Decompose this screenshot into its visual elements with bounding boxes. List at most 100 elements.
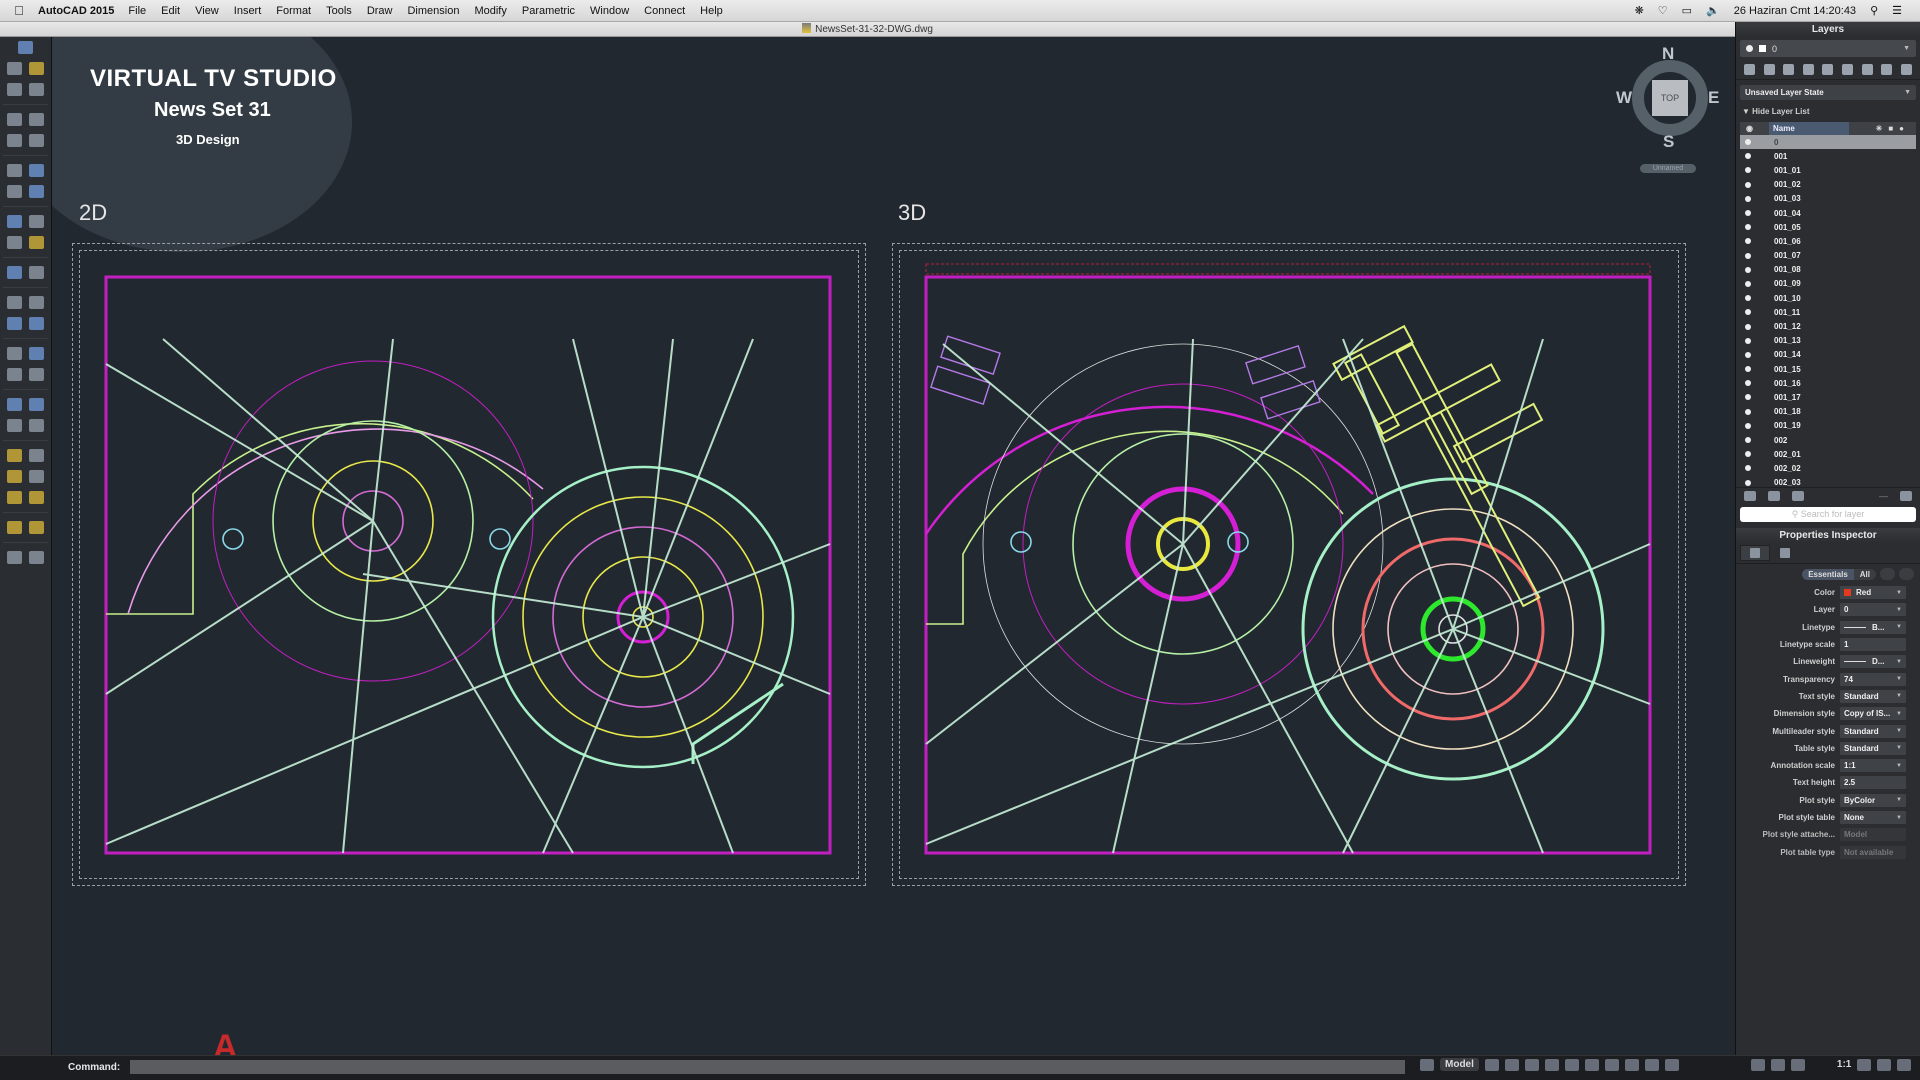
auto-scale-icon[interactable] [1877, 1058, 1892, 1071]
layer-lock-icon[interactable] [1881, 64, 1893, 75]
pick-object-button-icon[interactable] [1899, 568, 1914, 580]
object-snap-icon[interactable] [1584, 1058, 1599, 1071]
notification-center-icon[interactable]: ☰ [1892, 4, 1902, 17]
clock[interactable]: 26 Haziran Cmt 14:20:43 [1734, 5, 1856, 17]
layer-row[interactable]: 001_15 [1736, 362, 1920, 376]
layer-row[interactable]: 001_03 [1736, 192, 1920, 206]
trim-tool-icon[interactable] [7, 398, 23, 411]
layer-visibility-icon[interactable] [1745, 295, 1751, 302]
layer-visibility-icon[interactable] [1745, 210, 1751, 217]
layer-list[interactable]: 0 001 001_01 001_02 001_03 001_04 001_05 001_06… [1736, 135, 1920, 487]
menu-edit[interactable]: Edit [161, 5, 180, 17]
property-value-field[interactable]: 2.5 [1840, 776, 1906, 790]
property-value-field[interactable]: 1:1 ▼ [1840, 759, 1906, 773]
measure-tool-icon[interactable] [7, 551, 23, 564]
continue-dimension-icon[interactable] [28, 491, 44, 504]
selection-cycling-icon[interactable] [1664, 1058, 1679, 1071]
layer-visibility-icon[interactable] [1745, 309, 1751, 316]
layout-grid-icon[interactable] [1420, 1058, 1434, 1071]
layer-row[interactable]: 001_11 [1736, 305, 1920, 319]
new-layer-button-icon[interactable] [1744, 491, 1756, 501]
scale-tool-icon[interactable] [7, 317, 23, 330]
property-value-field[interactable]: Standard ▼ [1840, 741, 1906, 755]
property-value-field[interactable]: B... ▼ [1840, 620, 1906, 634]
property-value-field[interactable]: Red ▼ [1840, 586, 1906, 600]
layer-row[interactable]: 001_13 [1736, 334, 1920, 348]
apple-menu-icon[interactable]:  [0, 3, 38, 18]
freeze-lock-plot-column-icons[interactable]: ✳■● [1876, 124, 1910, 133]
full-screen-icon[interactable] [1897, 1058, 1912, 1071]
menu-insert[interactable]: Insert [234, 5, 262, 17]
tab-object-properties[interactable] [1740, 545, 1770, 561]
layer-row[interactable]: 002_02 [1736, 461, 1920, 475]
layer-row[interactable]: 002 [1736, 433, 1920, 447]
transparency-icon[interactable] [1644, 1058, 1659, 1071]
arc-tool-icon[interactable] [28, 113, 44, 126]
orbit-icon[interactable] [1790, 1058, 1805, 1071]
menu-format[interactable]: Format [276, 5, 311, 17]
layer-visibility-icon[interactable] [1745, 280, 1751, 287]
zoom-icon[interactable] [1770, 1058, 1785, 1071]
layer-off-icon[interactable] [1861, 64, 1873, 75]
layer-visibility-icon[interactable] [1745, 422, 1751, 429]
app-menu[interactable]: AutoCAD 2015 [38, 5, 114, 17]
property-value-field[interactable]: None ▼ [1840, 811, 1906, 824]
menu-window[interactable]: Window [590, 5, 629, 17]
viewport-menu-icon[interactable] [18, 41, 33, 54]
layer-row[interactable]: 001_07 [1736, 249, 1920, 263]
undo-icon[interactable] [7, 83, 23, 96]
layer-visibility-icon[interactable] [1745, 366, 1751, 373]
drawing-canvas[interactable]: 2D 3D VIRTUAL TV STUDIO News Set 31 3D D… [52, 37, 1735, 1055]
sheet-3d[interactable] [892, 243, 1686, 886]
quick-select-icon[interactable] [28, 62, 44, 75]
menu-modify[interactable]: Modify [474, 5, 506, 17]
quick-select-button-icon[interactable] [1880, 568, 1895, 580]
explode-tool-icon[interactable] [7, 449, 23, 462]
new-layer-icon[interactable] [1744, 64, 1756, 75]
aligned-dimension-icon[interactable] [28, 470, 44, 483]
layer-row[interactable]: 001_02 [1736, 178, 1920, 192]
match-layer-icon[interactable] [1783, 64, 1795, 75]
layer-visibility-icon[interactable] [1745, 266, 1751, 273]
polyline-tool-icon[interactable] [7, 134, 23, 147]
layer-row[interactable]: 001_08 [1736, 263, 1920, 277]
layer-visibility-icon[interactable] [1745, 351, 1751, 358]
essentials-toggle[interactable]: Essentials [1802, 568, 1854, 580]
volume-icon[interactable]: 🔈 [1706, 4, 1720, 17]
layer-row[interactable]: 001_01 [1736, 163, 1920, 177]
layer-state-dropdown[interactable]: Unsaved Layer State ▼ [1740, 85, 1916, 100]
ellipse-tool-icon[interactable] [7, 185, 23, 198]
text-tool-icon[interactable] [7, 236, 23, 249]
grid-snap-icon[interactable] [1524, 1058, 1539, 1071]
ucs-tool-icon[interactable] [28, 551, 44, 564]
layer-visibility-icon[interactable] [1745, 465, 1751, 472]
layer-isolate-icon[interactable] [1822, 64, 1834, 75]
layer-visibility-icon[interactable] [1745, 252, 1751, 259]
pan-icon[interactable] [1750, 1058, 1765, 1071]
layer-row[interactable]: 001_19 [1736, 419, 1920, 433]
redo-icon[interactable] [28, 83, 44, 96]
layer-row[interactable]: 001_05 [1736, 220, 1920, 234]
snap-icon[interactable] [1484, 1058, 1499, 1071]
select-tool-icon[interactable] [7, 62, 23, 75]
layer-row[interactable]: 001 [1736, 149, 1920, 163]
menu-tools[interactable]: Tools [326, 5, 352, 17]
layer-row[interactable]: 0 [1740, 135, 1916, 150]
layer-visibility-icon[interactable] [1745, 181, 1751, 188]
erase-tool-icon[interactable] [28, 266, 44, 279]
property-value-field[interactable]: D... ▼ [1840, 655, 1906, 669]
layer-row[interactable]: 001_04 [1736, 206, 1920, 220]
tab-layer-properties[interactable] [1770, 545, 1800, 561]
lineweight-icon[interactable] [1624, 1058, 1639, 1071]
sheet-2d[interactable] [72, 243, 866, 886]
fillet-tool-icon[interactable] [7, 419, 23, 432]
layer-row[interactable]: 001_12 [1736, 319, 1920, 333]
viewcube[interactable]: TOP N S E W [1616, 44, 1720, 151]
layer-properties-icon[interactable] [1763, 64, 1775, 75]
block-tool-icon[interactable] [7, 266, 23, 279]
menu-dimension[interactable]: Dimension [407, 5, 459, 17]
annotation-visibility-icon[interactable] [1857, 1058, 1872, 1071]
leader-tool-icon[interactable] [28, 521, 44, 534]
dynamic-ucs-icon[interactable] [1604, 1058, 1619, 1071]
region-tool-icon[interactable] [28, 185, 44, 198]
